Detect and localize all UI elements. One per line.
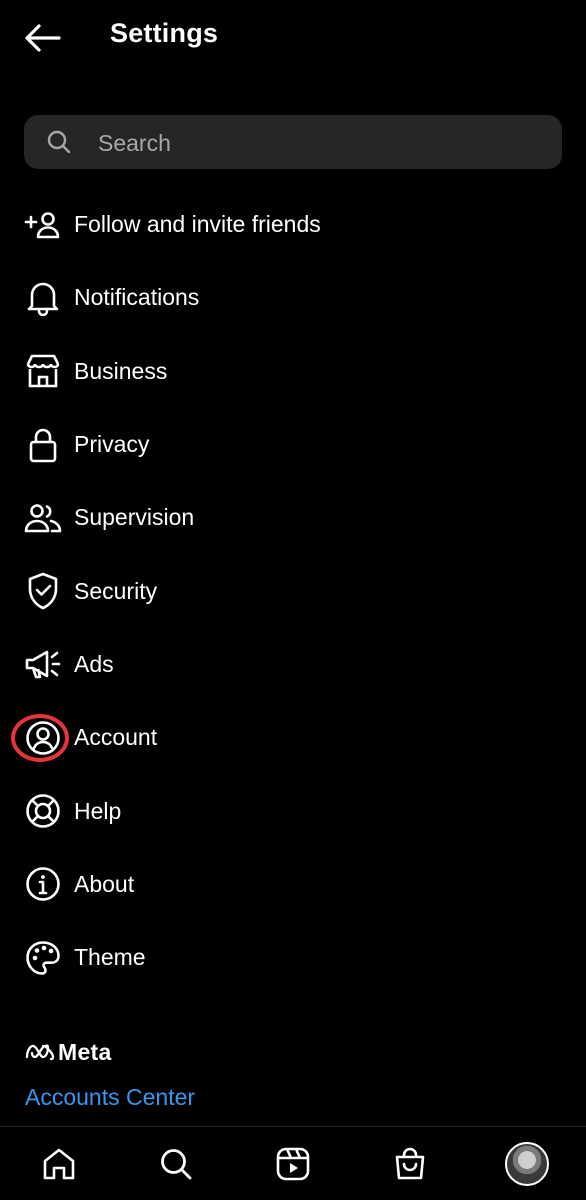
tab-shop[interactable] bbox=[352, 1127, 469, 1200]
meta-wordmark: Meta bbox=[58, 1038, 112, 1065]
menu-item-label: Security bbox=[74, 577, 158, 604]
tab-reels[interactable] bbox=[234, 1127, 351, 1200]
menu-item-label: Account bbox=[74, 724, 158, 751]
page-title: Settings bbox=[110, 18, 219, 48]
menu-item-follow-invite[interactable]: Follow and invite friends bbox=[0, 188, 586, 261]
back-button[interactable] bbox=[22, 20, 62, 56]
menu-item-help[interactable]: Help bbox=[0, 774, 586, 847]
bottom-tab-bar bbox=[0, 1127, 586, 1200]
menu-item-label: Supervision bbox=[74, 504, 195, 531]
menu-item-label: Ads bbox=[74, 650, 114, 677]
search-input[interactable] bbox=[96, 115, 540, 171]
menu-item-theme[interactable]: Theme bbox=[0, 921, 586, 994]
menu-item-account[interactable]: Account bbox=[0, 701, 586, 774]
menu-item-label: Follow and invite friends bbox=[74, 211, 321, 238]
search-bar[interactable] bbox=[24, 115, 562, 171]
add-person-icon bbox=[24, 206, 62, 244]
menu-item-security[interactable]: Security bbox=[0, 554, 586, 627]
tab-profile[interactable] bbox=[469, 1127, 586, 1200]
people-icon bbox=[24, 499, 62, 537]
menu-item-supervision[interactable]: Supervision bbox=[0, 481, 586, 554]
menu-item-notifications[interactable]: Notifications bbox=[0, 261, 586, 334]
menu-item-label: Privacy bbox=[74, 431, 150, 458]
menu-item-label: Business bbox=[74, 357, 168, 384]
meta-brand: Meta bbox=[24, 1036, 112, 1068]
bell-icon bbox=[24, 279, 62, 317]
header: Settings bbox=[0, 0, 586, 80]
search-icon bbox=[160, 1148, 192, 1179]
menu-item-about[interactable]: About bbox=[0, 848, 586, 921]
tab-search[interactable] bbox=[117, 1127, 234, 1200]
shop-icon bbox=[395, 1147, 425, 1179]
menu-item-business[interactable]: Business bbox=[0, 335, 586, 408]
info-icon bbox=[24, 865, 62, 903]
menu-item-label: About bbox=[74, 870, 135, 897]
menu-item-ads[interactable]: Ads bbox=[0, 628, 586, 701]
user-circle-icon bbox=[24, 719, 62, 757]
lifebuoy-icon bbox=[24, 792, 62, 830]
home-icon bbox=[43, 1148, 74, 1179]
search-icon bbox=[47, 130, 71, 154]
accounts-center-link[interactable]: Accounts Center bbox=[25, 1084, 195, 1111]
shield-icon bbox=[24, 572, 62, 610]
megaphone-icon bbox=[24, 645, 62, 683]
arrow-left-icon bbox=[25, 24, 61, 52]
avatar bbox=[505, 1141, 550, 1186]
storefront-icon bbox=[24, 352, 62, 390]
menu-item-label: Theme bbox=[74, 944, 146, 971]
meta-logo-icon bbox=[25, 1044, 55, 1061]
menu-item-privacy[interactable]: Privacy bbox=[0, 408, 586, 481]
palette-icon bbox=[24, 939, 62, 977]
menu-item-label: Notifications bbox=[74, 284, 200, 311]
tab-home[interactable] bbox=[0, 1127, 117, 1200]
lock-icon bbox=[24, 426, 62, 464]
menu-item-label: Help bbox=[74, 797, 122, 824]
settings-menu: Follow and invite friends Notifications … bbox=[0, 188, 586, 994]
reels-icon bbox=[276, 1147, 310, 1180]
